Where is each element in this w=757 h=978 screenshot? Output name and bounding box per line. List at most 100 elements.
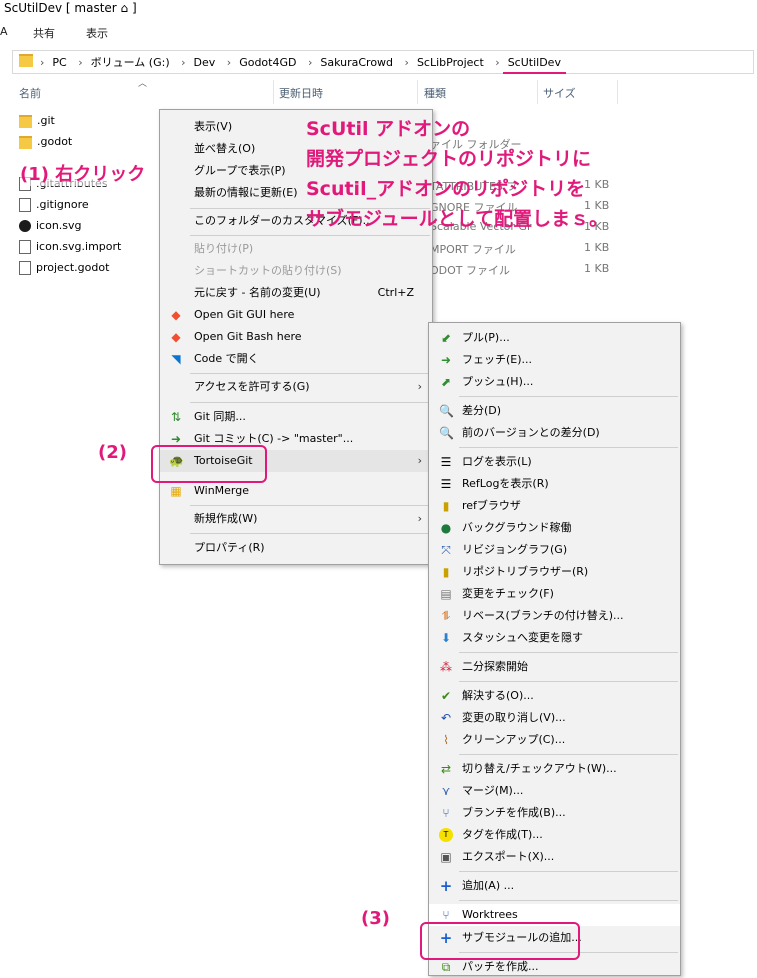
breadcrumb-godot4gd[interactable]: Godot4GD xyxy=(234,56,301,69)
column-divider[interactable] xyxy=(273,80,274,104)
menu-item-paste-shortcut[interactable]: ショートカットの貼り付け(S) xyxy=(160,260,432,282)
menu-separator xyxy=(190,373,430,374)
merge-icon: ⋎ xyxy=(441,784,451,798)
menu-item-paste[interactable]: 貼り付け(P) xyxy=(160,238,432,260)
breadcrumb-pc[interactable]: PC xyxy=(47,56,71,69)
menu-item-diff-previous[interactable]: 🔍 前のバージョンとの差分(D) xyxy=(429,422,680,444)
file-row[interactable]: .gitignore xyxy=(19,198,89,219)
file-name: icon.svg xyxy=(36,219,82,232)
annotation-line: サブモジュールとして配置しまｓ。 xyxy=(306,208,609,230)
annotation-line: Scutil_アドオンのリポジトリを xyxy=(306,178,586,200)
column-header-size[interactable]: サイズ xyxy=(543,85,576,101)
menu-separator xyxy=(459,652,678,653)
menu-item-add[interactable]: + 追加(A) ... xyxy=(429,875,680,897)
revision-graph-icon: ⤧ xyxy=(441,543,451,557)
file-name: .gitignore xyxy=(36,198,89,211)
menu-separator xyxy=(190,505,430,506)
column-header-modified[interactable]: 更新日時 xyxy=(279,85,323,101)
menu-item-git-sync[interactable]: ⇅ Git 同期... xyxy=(160,406,432,428)
menu-item-switch-checkout[interactable]: ⇄ 切り替え/チェックアウト(W)... xyxy=(429,758,680,780)
menu-item-cleanup[interactable]: ⌇ クリーンアップ(C)... xyxy=(429,729,680,751)
folder-icon xyxy=(19,54,33,67)
menu-item-git-bash[interactable]: ◆ Open Git Bash here xyxy=(160,326,432,348)
menu-item-check-modifications[interactable]: ▤ 変更をチェック(F) xyxy=(429,583,680,605)
column-divider[interactable] xyxy=(617,80,618,104)
switch-icon: ⇄ xyxy=(440,762,452,776)
ribbon-tab-share[interactable]: 共有 xyxy=(33,25,55,41)
highlight-tortoisegit xyxy=(151,445,267,483)
column-divider[interactable] xyxy=(537,80,538,104)
menu-item-export[interactable]: ▣ エクスポート(X)... xyxy=(429,846,680,868)
menu-item-ref-browser[interactable]: ▮ refブラウザ xyxy=(429,495,680,517)
submenu-arrow-icon: › xyxy=(417,454,422,467)
column-divider[interactable] xyxy=(417,80,418,104)
menu-separator xyxy=(459,681,678,682)
menu-item-repo-browser[interactable]: ▮ リポジトリブラウザー(R) xyxy=(429,561,680,583)
branch-icon: ⑂ xyxy=(442,806,450,820)
sort-chevron-icon: ︿ xyxy=(138,79,148,89)
column-header-name[interactable]: 名前 xyxy=(19,85,41,101)
file-icon xyxy=(19,261,31,275)
menu-item-winmerge[interactable]: ▦ WinMerge xyxy=(160,480,432,502)
menu-item-push[interactable]: ⬈ プッシュ(H)... xyxy=(429,371,680,393)
menu-item-create-tag[interactable]: T タグを作成(T)... xyxy=(429,824,680,846)
diff-prev-icon: 🔍 xyxy=(439,426,454,440)
submenu-arrow-icon: › xyxy=(417,380,422,393)
address-bar[interactable]: › PC › ボリューム (G:) › Dev › Godot4GD › SakuraCr… xyxy=(12,50,754,74)
menu-item-new[interactable]: 新規作成(W) › xyxy=(160,508,432,530)
winmerge-icon: ▦ xyxy=(170,484,182,498)
menu-item-merge[interactable]: ⋎ マージ(M)... xyxy=(429,780,680,802)
stash-icon: ⬇ xyxy=(440,631,452,645)
menu-item-properties[interactable]: プロパティ(R) xyxy=(160,537,432,559)
tortoisegit-submenu: ⬋ プル(P)... ➜ フェッチ(E)... ⬈ プッシュ(H)... 🔍 差分(D)… xyxy=(428,322,681,976)
menu-item-daemon[interactable]: ● バックグラウンド稼働 xyxy=(429,517,680,539)
add-icon: + xyxy=(439,877,453,895)
ribbon-tab-file[interactable]: A xyxy=(0,25,8,38)
menu-item-fetch[interactable]: ➜ フェッチ(E)... xyxy=(429,349,680,371)
file-row[interactable]: icon.svg xyxy=(19,219,82,240)
menu-item-give-access[interactable]: アクセスを許可する(G) › xyxy=(160,376,432,398)
git-bash-icon: ◆ xyxy=(171,330,181,344)
folder-icon xyxy=(19,135,32,149)
menu-separator xyxy=(459,754,678,755)
menu-separator xyxy=(190,235,430,236)
menu-item-stash[interactable]: ⬇ スタッシュへ変更を隠す xyxy=(429,627,680,649)
menu-item-diff[interactable]: 🔍 差分(D) xyxy=(429,400,680,422)
breadcrumb-sakuracrowd[interactable]: SakuraCrowd xyxy=(315,56,398,69)
menu-item-reflog[interactable]: ☰ RefLogを表示(R) xyxy=(429,473,680,495)
menu-item-git-gui[interactable]: ◆ Open Git GUI here xyxy=(160,304,432,326)
menu-item-bisect[interactable]: ⁂ 二分探索開始 xyxy=(429,656,680,678)
annotation-line: 開発プロジェクトのリポジトリに xyxy=(306,148,592,170)
godot-icon xyxy=(19,220,31,232)
file-row[interactable]: project.godot xyxy=(19,261,109,282)
file-row[interactable]: icon.svg.import xyxy=(19,240,121,261)
file-icon xyxy=(19,240,31,254)
git-gui-icon: ◆ xyxy=(171,308,181,322)
menu-item-revision-graph[interactable]: ⤧ リビジョングラフ(G) xyxy=(429,539,680,561)
breadcrumb-scutildev[interactable]: ScUtilDev xyxy=(502,56,566,74)
menu-item-revert[interactable]: ↶ 変更の取り消し(V)... xyxy=(429,707,680,729)
menu-item-pull[interactable]: ⬋ プル(P)... xyxy=(429,327,680,349)
log-icon: ☰ xyxy=(440,455,452,469)
ref-browser-icon: ▮ xyxy=(442,499,450,513)
bisect-icon: ⁂ xyxy=(440,660,452,674)
file-row[interactable]: .git xyxy=(19,114,55,135)
repo-browser-icon: ▮ xyxy=(442,565,450,579)
ribbon-tab-view[interactable]: 表示 xyxy=(86,25,108,41)
menu-item-resolve[interactable]: ✔ 解決する(O)... xyxy=(429,685,680,707)
menu-separator xyxy=(459,396,678,397)
menu-item-rebase[interactable]: ⥮ リベース(ブランチの付け替え)... xyxy=(429,605,680,627)
rebase-icon: ⥮ xyxy=(441,609,451,623)
column-header-type[interactable]: 種類 xyxy=(424,85,446,101)
annotation-step2: (2) xyxy=(98,442,127,463)
menu-item-show-log[interactable]: ☰ ログを表示(L) xyxy=(429,451,680,473)
breadcrumb-dev[interactable]: Dev xyxy=(189,56,221,69)
annotation-step1: (1) 右クリック xyxy=(20,160,146,186)
check-changes-icon: ▤ xyxy=(440,587,452,601)
menu-item-vscode[interactable]: ◥ Code で開く xyxy=(160,348,432,370)
breadcrumb-volume[interactable]: ボリューム (G:) xyxy=(86,54,175,70)
breadcrumb-sclibproject[interactable]: ScLibProject xyxy=(412,56,489,69)
menu-item-create-branch[interactable]: ⑂ ブランチを作成(B)... xyxy=(429,802,680,824)
file-row[interactable]: .godot xyxy=(19,135,72,156)
menu-item-undo[interactable]: 元に戻す - 名前の変更(U) Ctrl+Z xyxy=(160,282,432,304)
